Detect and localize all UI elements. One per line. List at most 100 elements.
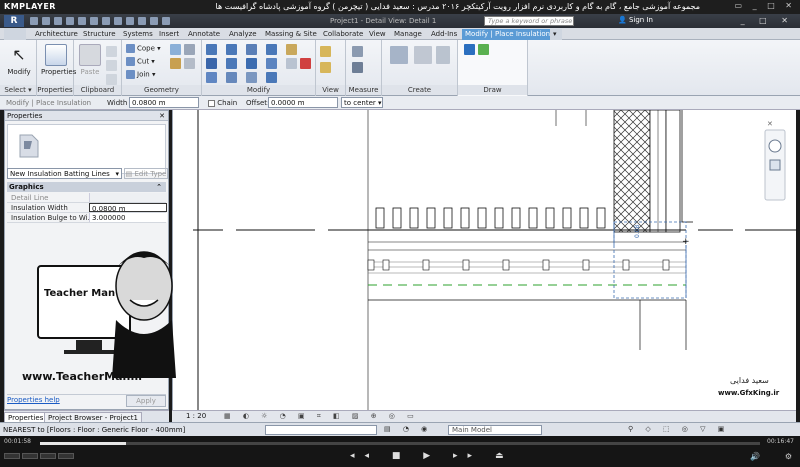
playback-buttons[interactable]: ◂◂ ■ ▶ ▸▸ ⏏: [350, 451, 513, 461]
3d-view-icon: [114, 17, 122, 25]
select-panel: ↖ Modify Select ▾: [0, 40, 37, 96]
clipboard-panel-label: Clipboard: [74, 85, 121, 95]
view-control-icons[interactable]: ▦ ◐ ☼ ◔ ▣ ⌗ ◧ ▨ ⊕ ◎ ▭: [224, 412, 419, 421]
sign-in-button[interactable]: 👤 Sign In: [618, 16, 653, 24]
cursor-crosshair-icon: +: [682, 237, 690, 247]
draw-panel-label: Draw: [458, 85, 527, 95]
cut-clipboard-icon[interactable]: [106, 46, 117, 57]
type-selector[interactable]: New Insulation Batting Lines ▾: [7, 168, 122, 179]
quick-access-toolbar[interactable]: [30, 17, 260, 25]
offset-icon[interactable]: [226, 44, 237, 55]
move-icon[interactable]: [206, 58, 217, 69]
revit-titlebar: R Project1 - Detail View: Detail 1 Type …: [0, 14, 800, 28]
scale-icon[interactable]: [246, 72, 257, 83]
revit-window-controls[interactable]: _ □ ✕: [741, 16, 794, 25]
create-assembly-icon[interactable]: [390, 46, 408, 64]
cut-geometry-button[interactable]: Cut ▾: [126, 57, 155, 66]
pick-lines-icon[interactable]: [478, 44, 489, 55]
match-type-icon[interactable]: [106, 74, 117, 85]
properties-button[interactable]: Properties: [41, 44, 76, 76]
teacher-logo-text: Teacher Man: [44, 288, 116, 299]
rotate-icon[interactable]: [246, 58, 257, 69]
prop-row-insulation-bulge[interactable]: Insulation Bulge to Wi... 3.000000: [7, 213, 167, 223]
options-context: Modify | Place Insulation: [6, 99, 92, 107]
align-icon[interactable]: [206, 44, 217, 55]
hide-icon[interactable]: [320, 46, 331, 57]
tab-massing-site[interactable]: Massing & Site: [262, 29, 320, 40]
pin-icon[interactable]: [286, 44, 297, 55]
override-graphics-icon[interactable]: [320, 62, 331, 73]
ribbon-toggle-icon[interactable]: ▾: [550, 29, 562, 40]
tab-architecture[interactable]: Architecture: [32, 29, 81, 40]
status-icons[interactable]: ▤ ◔ ◉: [384, 425, 432, 433]
tab-collaborate[interactable]: Collaborate: [320, 29, 366, 40]
selection-filter-icons[interactable]: ⚲ ◇ ⬚ ◎ ▽ ▣: [628, 425, 729, 433]
mirror-icon[interactable]: [206, 72, 217, 83]
workset-select[interactable]: [265, 425, 377, 435]
tab-structure[interactable]: Structure: [80, 29, 119, 40]
mirror-axis-icon[interactable]: [246, 44, 257, 55]
create-parts-icon[interactable]: [414, 46, 432, 64]
tab-insert[interactable]: Insert: [156, 29, 182, 40]
options-bar: Modify | Place Insulation Width 0.0800 m…: [0, 96, 800, 110]
view-panel: View: [316, 40, 346, 96]
total-time: 00:16:47: [767, 438, 794, 445]
graphics-section[interactable]: Graphics ⌃: [7, 182, 166, 192]
design-option-select[interactable]: Main Model: [448, 425, 542, 435]
tab-manage[interactable]: Manage: [391, 29, 425, 40]
join-button[interactable]: Join ▾: [126, 70, 155, 79]
tab-analyze[interactable]: Analyze: [226, 29, 260, 40]
type-preview: [7, 124, 166, 174]
unpin-icon[interactable]: [286, 58, 297, 69]
edit-type-button[interactable]: ▤ Edit Type: [124, 168, 168, 179]
tab-systems[interactable]: Systems: [120, 29, 156, 40]
chain-checkbox[interactable]: Chain: [208, 99, 237, 107]
teacher-site-url: www.TeacherMan.ir: [22, 370, 144, 383]
modify-button[interactable]: ↖ Modify: [5, 44, 33, 76]
masonry-hatch: [613, 109, 651, 233]
tab-annotate[interactable]: Annotate: [185, 29, 223, 40]
detail-drawing: 0.08 + ✕: [193, 109, 797, 410]
cope-button[interactable]: Cope ▾: [126, 44, 161, 53]
copy-clipboard-icon[interactable]: [106, 60, 117, 71]
placement-select[interactable]: to center ▾: [341, 97, 383, 108]
width-input[interactable]: 0.0800 m: [129, 97, 199, 108]
view-scale[interactable]: 1 : 20: [186, 412, 206, 420]
paint-icon[interactable]: [170, 58, 181, 69]
video-title: مجموعه آموزشی جامع ، گام به گام و کاربرد…: [215, 2, 700, 11]
close-hidden-icon: [150, 17, 158, 25]
dimension-icon[interactable]: [352, 62, 363, 73]
create-panel: Create: [382, 40, 458, 96]
tab-modify-place-insulation[interactable]: Modify | Place Insulation: [462, 29, 554, 40]
trim-extend-icon[interactable]: [266, 72, 277, 83]
split-icon[interactable]: [266, 44, 277, 55]
offset-input[interactable]: 0.0000 m: [268, 97, 338, 108]
svg-text:✕: ✕: [767, 120, 773, 128]
array-icon[interactable]: [226, 72, 237, 83]
close-icon[interactable]: ✕: [159, 111, 165, 121]
delete-icon[interactable]: [300, 58, 311, 69]
select-panel-label[interactable]: Select ▾: [0, 85, 36, 95]
seek-bar[interactable]: [40, 442, 760, 445]
copy-icon[interactable]: [226, 58, 237, 69]
search-input[interactable]: Type a keyword or phrase: [484, 16, 574, 26]
file-tab[interactable]: [4, 28, 26, 40]
split-face-icon[interactable]: [184, 44, 195, 55]
paste-button[interactable]: Paste: [78, 44, 102, 76]
volume-icon[interactable]: 🔊: [750, 452, 760, 461]
line-icon[interactable]: [464, 44, 475, 55]
tab-view[interactable]: View: [366, 29, 389, 40]
trim-icon[interactable]: [266, 58, 277, 69]
tab-add-ins[interactable]: Add-Ins: [428, 29, 460, 40]
demolish-icon[interactable]: [184, 58, 195, 69]
ribbon: ↖ Modify Select ▾ Properties Properties …: [0, 40, 800, 96]
settings-icon[interactable]: ⚙: [785, 452, 792, 461]
drawing-canvas[interactable]: 0.08 + ✕: [172, 109, 797, 410]
create-group-icon[interactable]: [436, 46, 450, 64]
paste-icon: [79, 44, 101, 66]
player-window-controls[interactable]: ▭ _ □ ✕: [735, 1, 796, 10]
wall-joins-icon[interactable]: [170, 44, 181, 55]
measure-icon[interactable]: [352, 46, 363, 57]
prop-row-insulation-width[interactable]: Insulation Width 0.0800 m: [7, 203, 167, 213]
application-menu-button[interactable]: R: [4, 15, 24, 27]
